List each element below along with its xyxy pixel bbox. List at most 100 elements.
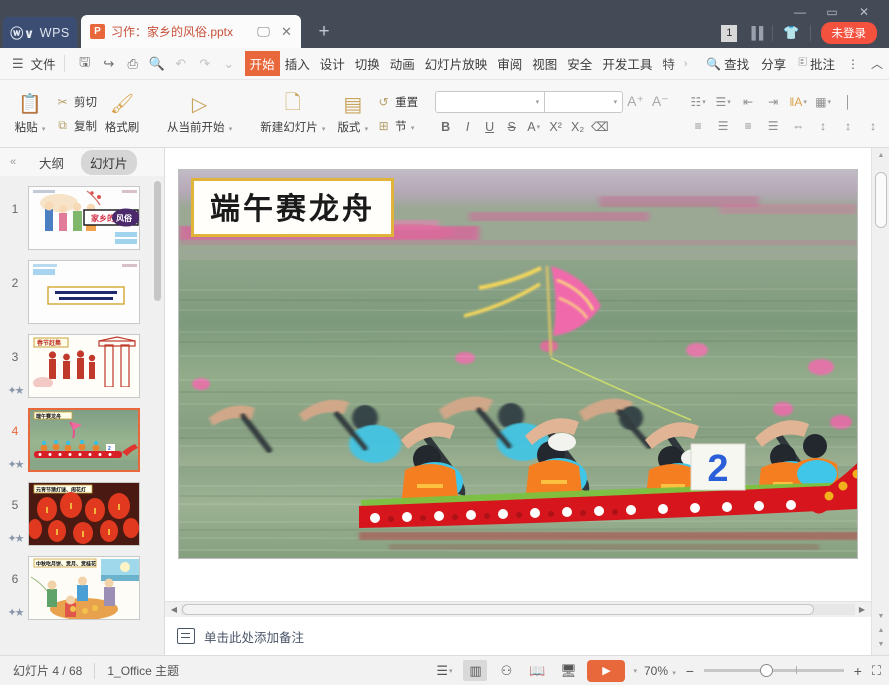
next-slide-double-arrow[interactable]: ▼ (872, 637, 889, 651)
list-item[interactable]: 6 ✦★ 中秋吃月饼、赏月、赏桂花 (0, 551, 164, 625)
slideshow-dropdown-icon[interactable]: ▾ (633, 667, 637, 675)
list-item[interactable]: 2 (0, 255, 164, 329)
login-button[interactable]: 未登录 (820, 22, 877, 44)
sidebar-tab-slides[interactable]: 幻灯片 (81, 149, 137, 175)
find-button[interactable]: 🔍 查找 (706, 54, 749, 73)
subscript-button[interactable]: X₂ (567, 117, 588, 137)
tab-home[interactable]: 开始 (244, 51, 280, 76)
start-from-current-button[interactable]: ▷ 从当前开始 ▾ (161, 82, 238, 145)
collapse-ribbon-icon[interactable]: ︿ (871, 55, 883, 72)
tab-security[interactable]: 安全 (562, 51, 597, 76)
collapse-sidebar-icon[interactable]: « (4, 156, 22, 168)
bullets-icon[interactable]: ☷ ▾ (687, 92, 710, 112)
list-item[interactable]: 3 ✦★ 春节赶集 (0, 329, 164, 403)
next-slide-arrow[interactable]: ▼ (872, 609, 889, 623)
slide-thumbnail[interactable]: 家乡的 风俗 (28, 186, 140, 250)
tab-features[interactable]: 特 (657, 51, 680, 76)
wps-home-button[interactable]: ⓦ∨ WPS (3, 17, 77, 48)
reset-button[interactable]: ↺ 重置 (374, 91, 420, 112)
font-size-input[interactable]: ▾ (545, 90, 624, 113)
slide-thumbnail-list[interactable]: 1 家乡的 风俗 2 3 ✦★ 春节赶集 4 ✦★ 端午赛龙舟 2 5 ✦★ 元… (0, 176, 164, 655)
monitor-icon[interactable]: 🖵 (255, 23, 272, 40)
file-menu-button[interactable]: 文件 (31, 54, 56, 73)
zoom-level-label[interactable]: 70% ▾ (644, 664, 676, 678)
tab-design[interactable]: 设计 (315, 51, 350, 76)
list-item[interactable]: 5 ✦★ 元宵节猜灯谜、闹花灯 (0, 477, 164, 551)
grow-font-button[interactable]: A⁺ (623, 93, 648, 110)
slide-thumbnail[interactable] (28, 260, 140, 324)
more-options-icon[interactable]: ⋮ (847, 57, 859, 71)
customize-toolbar-icon[interactable]: ⌄ (217, 53, 241, 75)
zoom-in-button[interactable]: + (851, 663, 865, 679)
paragraph-spacing-icon[interactable]: ↕ (837, 116, 860, 136)
zoom-slider[interactable] (703, 664, 844, 677)
new-tab-button[interactable]: + (313, 21, 335, 43)
tab-transitions[interactable]: 切换 (350, 51, 385, 76)
current-slide[interactable]: 2 端午赛龙舟 (179, 170, 857, 558)
copy-button[interactable]: ⧉ 复制 (53, 115, 99, 136)
outline-view-icon[interactable]: ☰ ▾ (432, 660, 456, 681)
normal-view-icon[interactable]: ▥ (463, 660, 488, 681)
layout-button[interactable]: ▤ 版式 ▾ (331, 82, 374, 145)
underline-button[interactable]: U (479, 117, 500, 137)
panel-bars-icon[interactable]: ▐▐ (747, 26, 763, 40)
list-item[interactable]: 1 家乡的 风俗 (0, 181, 164, 255)
font-color-button[interactable]: A ▾ (523, 117, 544, 137)
slide-sorter-icon[interactable]: ⚇ (494, 660, 518, 681)
document-tab[interactable]: P 习作：家乡的风俗.pptx 🖵 ✕ (81, 15, 301, 48)
save-as-icon[interactable]: ↪ (97, 53, 121, 75)
zoom-slider-thumb[interactable] (759, 664, 773, 677)
v-scroll-thumb[interactable] (875, 172, 887, 228)
numbering-icon[interactable]: ☰ ▾ (712, 92, 735, 112)
decrease-indent-icon[interactable]: ⇤ (737, 92, 760, 112)
horizontal-scrollbar[interactable]: ◀ ▶ (165, 601, 871, 617)
line-spacing-icon[interactable]: ↕ (812, 116, 835, 136)
theme-name[interactable]: 1_Office 主题 (107, 662, 179, 679)
slide-thumbnail[interactable]: 中秋吃月饼、赏月、赏桂花 (28, 556, 140, 620)
tab-developer-tools[interactable]: 开发工具 (597, 51, 657, 76)
bold-button[interactable]: B (435, 117, 456, 137)
new-slide-button[interactable]: 🗋 新建幻灯片 ▾ (254, 82, 331, 145)
hamburger-icon[interactable]: ☰ (12, 57, 24, 70)
scroll-left-arrow[interactable]: ◀ (167, 605, 181, 614)
scroll-up-arrow[interactable]: ▲ (872, 148, 889, 162)
minimize-button[interactable]: — (785, 2, 815, 22)
notes-pane[interactable]: 单击此处添加备注 (165, 617, 871, 655)
save-icon[interactable]: 🖫 (73, 53, 97, 75)
sidebar-scrollbar-thumb[interactable] (154, 181, 161, 301)
align-text-icon[interactable]: ▦ ▾ (812, 92, 835, 112)
align-left-icon[interactable]: ≡ (687, 116, 710, 136)
text-direction-icon[interactable]: ‖A ▾ (787, 92, 810, 112)
vertical-scrollbar[interactable]: ▲ ▼ ▲ ▼ (871, 148, 889, 655)
print-icon[interactable]: ⎙ (121, 53, 145, 75)
prev-slide-double-arrow[interactable]: ▲ (872, 623, 889, 637)
close-tab-icon[interactable]: ✕ (278, 23, 295, 40)
h-scroll-thumb[interactable] (182, 604, 814, 615)
align-justify-icon[interactable]: ☰ (762, 116, 785, 136)
reading-view-icon[interactable]: 📖 (525, 660, 549, 681)
undo-icon[interactable]: ↶ (169, 53, 193, 75)
maximize-button[interactable]: ▭ (817, 2, 847, 22)
redo-icon[interactable]: ↷ (193, 53, 217, 75)
tab-slideshow[interactable]: 幻灯片放映 (420, 51, 493, 76)
align-right-icon[interactable]: ≡ (737, 116, 760, 136)
text-box-icon[interactable]: │ (837, 92, 860, 112)
tab-animations[interactable]: 动画 (385, 51, 420, 76)
italic-button[interactable]: I (457, 117, 478, 137)
tab-review[interactable]: 审阅 (492, 51, 527, 76)
print-preview-icon[interactable]: 🔍 (145, 53, 169, 75)
columns-icon[interactable]: ↕ (862, 116, 885, 136)
section-button[interactable]: ⊞ 节 ▾ (374, 115, 420, 136)
shrink-font-button[interactable]: A⁻ (648, 93, 673, 110)
distribute-icon[interactable]: ⇔ (787, 116, 810, 136)
sidebar-tab-outline[interactable]: 大纲 (30, 150, 73, 175)
close-window-button[interactable]: ✕ (849, 2, 879, 22)
fit-window-icon[interactable]: ⛶ (872, 663, 881, 679)
increase-indent-icon[interactable]: ⇥ (762, 92, 785, 112)
list-item[interactable]: 4 ✦★ 端午赛龙舟 2 (0, 403, 164, 477)
doc-count-badge[interactable]: 1 (721, 24, 738, 42)
format-painter-button[interactable]: 🖌 格式刷 (99, 82, 145, 145)
tab-insert[interactable]: 插入 (280, 51, 315, 76)
skin-theme-icon[interactable]: 👕 (783, 25, 799, 41)
slide-title-textbox[interactable]: 端午赛龙舟 (191, 178, 394, 237)
